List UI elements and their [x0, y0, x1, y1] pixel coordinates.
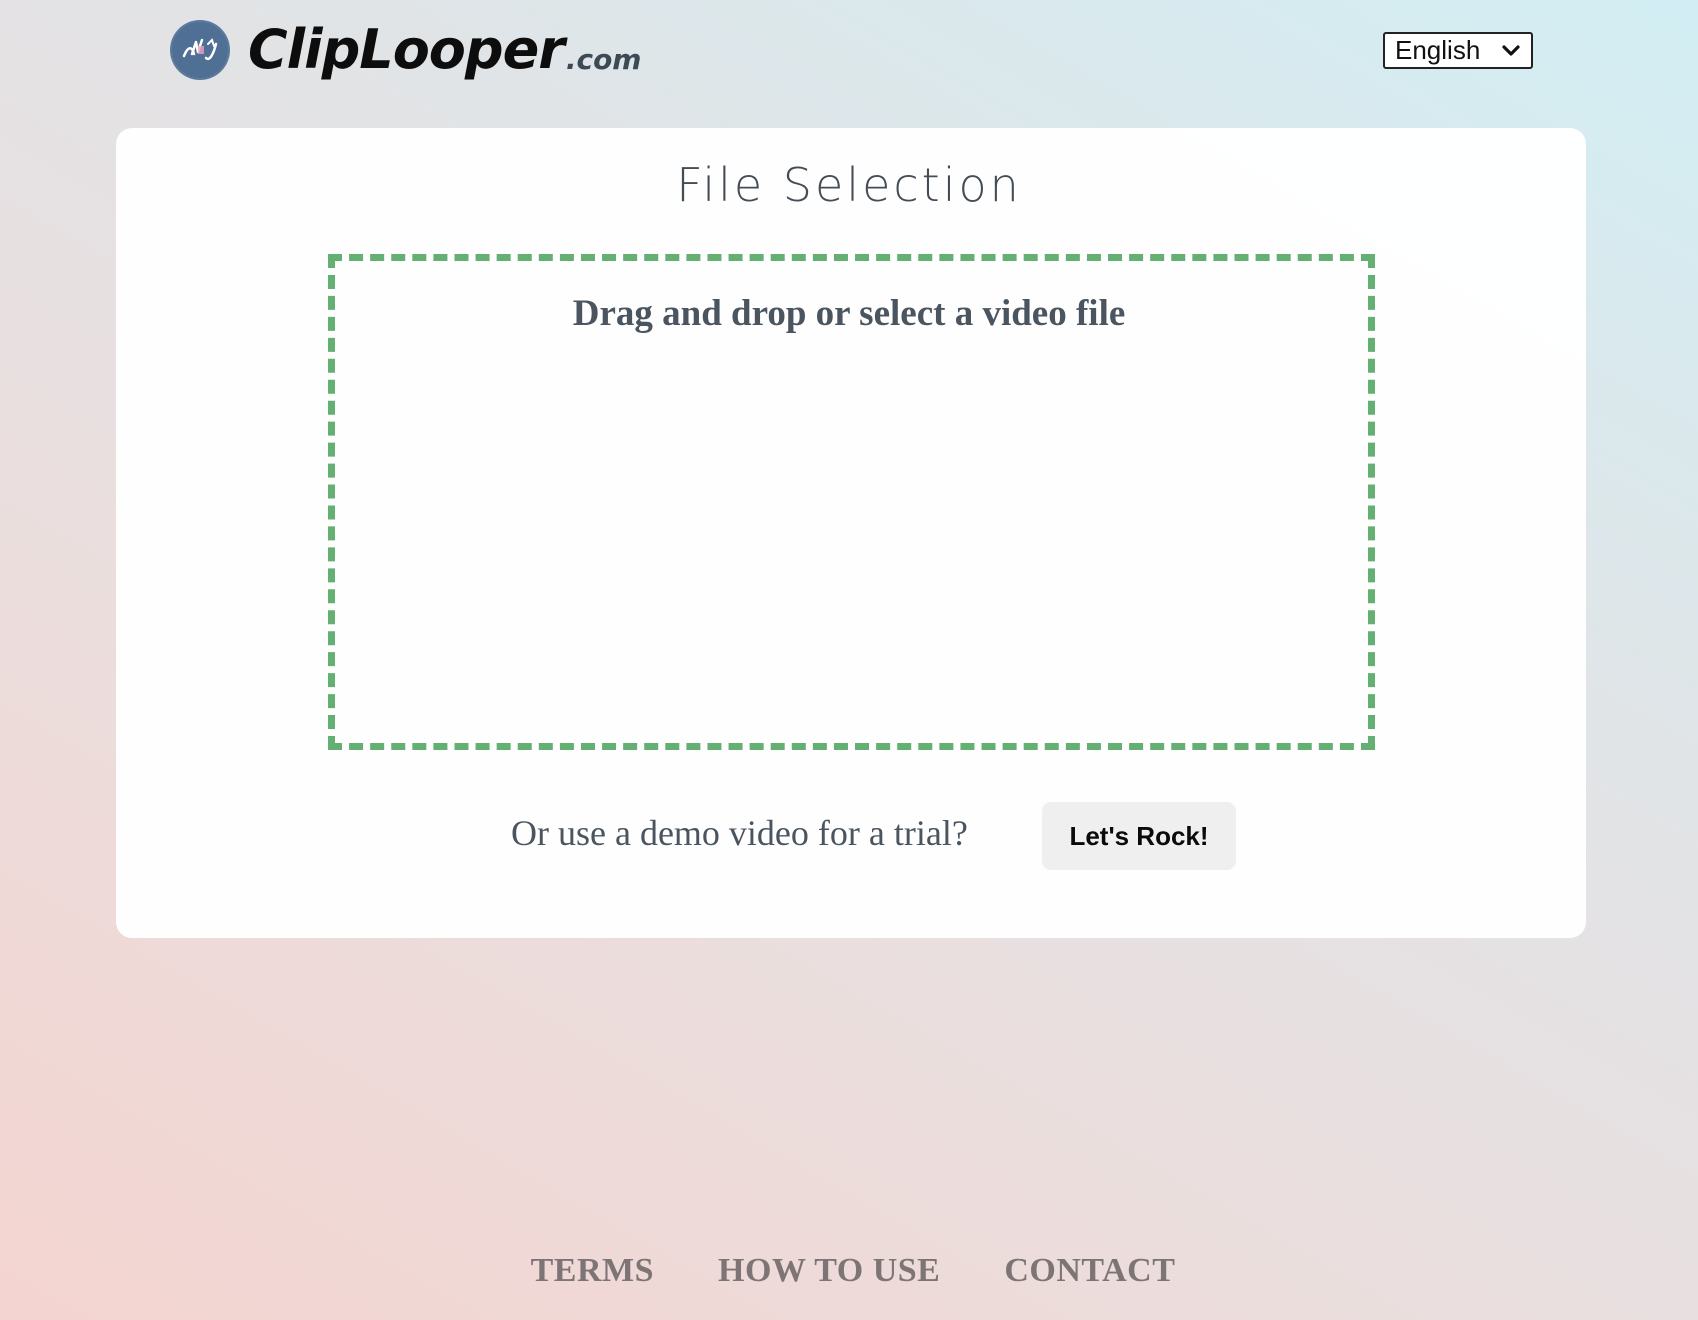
footer-link-how-to-use[interactable]: HOW TO USE	[718, 1252, 940, 1290]
language-select[interactable]: English	[1383, 32, 1533, 69]
footer-link-terms[interactable]: TERMS	[531, 1252, 654, 1290]
demo-video-prompt: Or use a demo video for a trial?	[511, 813, 968, 853]
footer-link-contact[interactable]: CONTACT	[1004, 1252, 1175, 1290]
chevron-down-icon	[1501, 44, 1521, 58]
demo-video-button[interactable]: Let's Rock!	[1042, 802, 1236, 870]
language-selected-value: English	[1395, 35, 1481, 65]
site-logo[interactable]: ClipLooper .com	[170, 20, 641, 80]
page-title: File Selection	[676, 158, 1022, 212]
site-header: ClipLooper .com English	[0, 0, 1698, 110]
site-footer: TERMS HOW TO USE CONTACT	[0, 1252, 1698, 1290]
dropzone-label[interactable]: Drag and drop or select a video file	[0, 292, 1698, 336]
logo-wordmark: ClipLooper	[248, 18, 565, 81]
logo-domain-suffix: .com	[565, 43, 642, 76]
cliplooper-logo-icon	[170, 20, 230, 80]
